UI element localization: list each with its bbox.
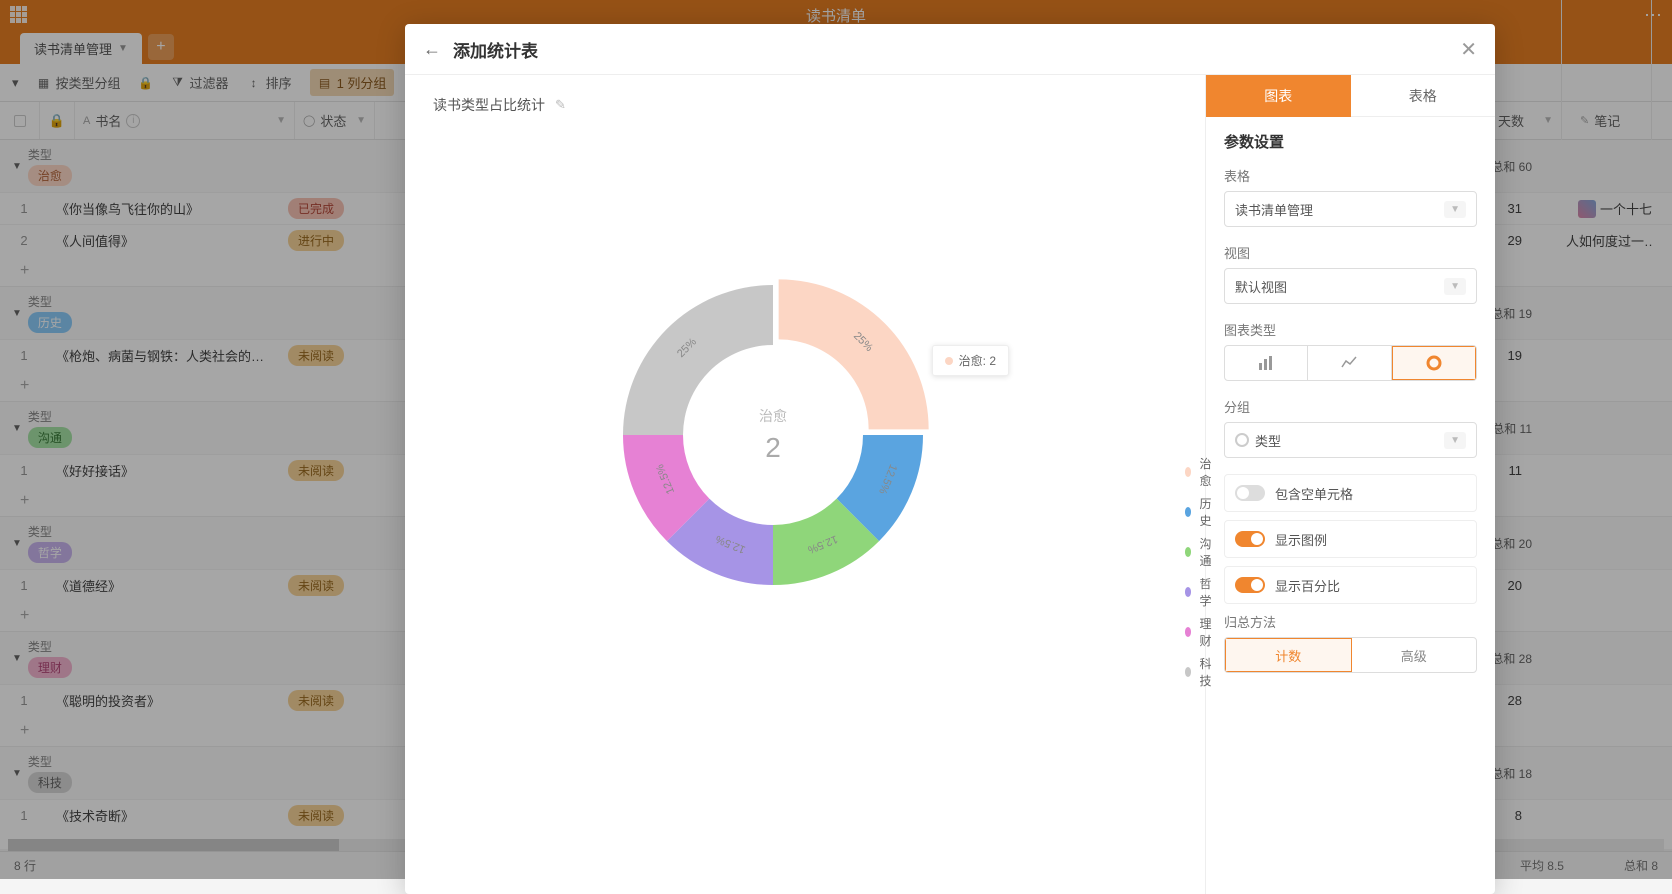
- view-label: 视图: [1224, 243, 1477, 262]
- donut-chart: 治愈 2 治愈: 2 25%12.5%12.5%12.5%12.5%25%: [613, 275, 933, 595]
- caret-down-icon: ▼: [1444, 278, 1466, 295]
- settings-content: 参数设置 表格 读书清单管理▼ 视图 默认视图▼ 图表类型: [1206, 117, 1495, 703]
- back-arrow-icon[interactable]: ←: [423, 39, 441, 60]
- center-value: 2: [759, 432, 787, 464]
- modal-header: ← 添加统计表 ✕: [405, 24, 1495, 74]
- chart-type-label: 图表类型: [1224, 320, 1477, 339]
- legend-item[interactable]: 理财: [1185, 615, 1215, 649]
- tab-chart[interactable]: 图表: [1206, 75, 1351, 117]
- include-empty-toggle[interactable]: 包含空单元格: [1224, 474, 1477, 512]
- circle-icon: [1235, 433, 1249, 447]
- legend-color-dot: [1185, 627, 1191, 637]
- pie-chart-icon: [1426, 355, 1442, 371]
- bar-chart-icon: [1258, 355, 1274, 371]
- donut-center: 治愈 2: [759, 406, 787, 464]
- group-label: 分组: [1224, 397, 1477, 416]
- tab-table[interactable]: 表格: [1351, 75, 1496, 117]
- group-select[interactable]: 类型▼: [1224, 422, 1477, 458]
- view-select[interactable]: 默认视图▼: [1224, 268, 1477, 304]
- show-percent-toggle[interactable]: 显示百分比: [1224, 566, 1477, 604]
- legend-color-dot: [1185, 667, 1191, 677]
- center-label: 治愈: [759, 406, 787, 426]
- tooltip-text: 治愈: 2: [959, 352, 996, 369]
- legend-color-dot: [1185, 507, 1191, 517]
- chart-title: 读书类型占比统计: [433, 95, 545, 115]
- chart-settings-panel: 图表 表格 参数设置 表格 读书清单管理▼ 视图 默认视图▼ 图表类型: [1205, 75, 1495, 894]
- legend-item[interactable]: 沟通: [1185, 535, 1215, 569]
- legend-item[interactable]: 科技: [1185, 655, 1215, 689]
- chart-slice[interactable]: [779, 279, 929, 429]
- legend-color-dot: [1185, 547, 1191, 557]
- add-chart-modal: ← 添加统计表 ✕ 读书类型占比统计 ✎ 治愈 2 治愈: 2: [405, 24, 1495, 894]
- summary-selector: 计数 高级: [1224, 637, 1477, 673]
- toggle-switch[interactable]: [1235, 485, 1265, 501]
- chart-type-selector: [1224, 345, 1477, 381]
- table-select[interactable]: 读书清单管理▼: [1224, 191, 1477, 227]
- legend-color-dot: [1185, 587, 1191, 597]
- tooltip-color-dot: [945, 357, 953, 365]
- bar-chart-button[interactable]: [1225, 346, 1308, 380]
- summary-count-button[interactable]: 计数: [1225, 638, 1352, 672]
- legend-item[interactable]: 哲学: [1185, 575, 1215, 609]
- toggle-switch[interactable]: [1235, 577, 1265, 593]
- modal-body: 读书类型占比统计 ✎ 治愈 2 治愈: 2 25%12.5%12.5%12.5%…: [405, 74, 1495, 894]
- legend-item[interactable]: 历史: [1185, 495, 1215, 529]
- edit-icon[interactable]: ✎: [555, 97, 566, 113]
- close-icon[interactable]: ✕: [1460, 37, 1477, 62]
- chart-preview-panel: 读书类型占比统计 ✎ 治愈 2 治愈: 2 25%12.5%12.5%12.5%…: [405, 75, 1205, 894]
- pie-chart-button[interactable]: [1392, 346, 1476, 380]
- toggle-switch[interactable]: [1235, 531, 1265, 547]
- settings-title: 参数设置: [1224, 131, 1477, 152]
- caret-down-icon: ▼: [1444, 201, 1466, 218]
- chart-slice[interactable]: [623, 285, 773, 435]
- settings-tabs: 图表 表格: [1206, 75, 1495, 117]
- show-legend-toggle[interactable]: 显示图例: [1224, 520, 1477, 558]
- chart-tooltip: 治愈: 2: [932, 345, 1009, 376]
- line-chart-icon: [1341, 355, 1357, 371]
- summary-label: 归总方法: [1224, 612, 1477, 631]
- table-label: 表格: [1224, 166, 1477, 185]
- legend-item[interactable]: 治愈: [1185, 455, 1215, 489]
- line-chart-button[interactable]: [1308, 346, 1391, 380]
- legend-color-dot: [1185, 467, 1191, 477]
- caret-down-icon: ▼: [1444, 432, 1466, 449]
- summary-advanced-button[interactable]: 高级: [1352, 638, 1477, 672]
- modal-title: 添加统计表: [453, 37, 538, 62]
- chart-legend: 治愈历史沟通哲学理财科技: [1185, 455, 1215, 695]
